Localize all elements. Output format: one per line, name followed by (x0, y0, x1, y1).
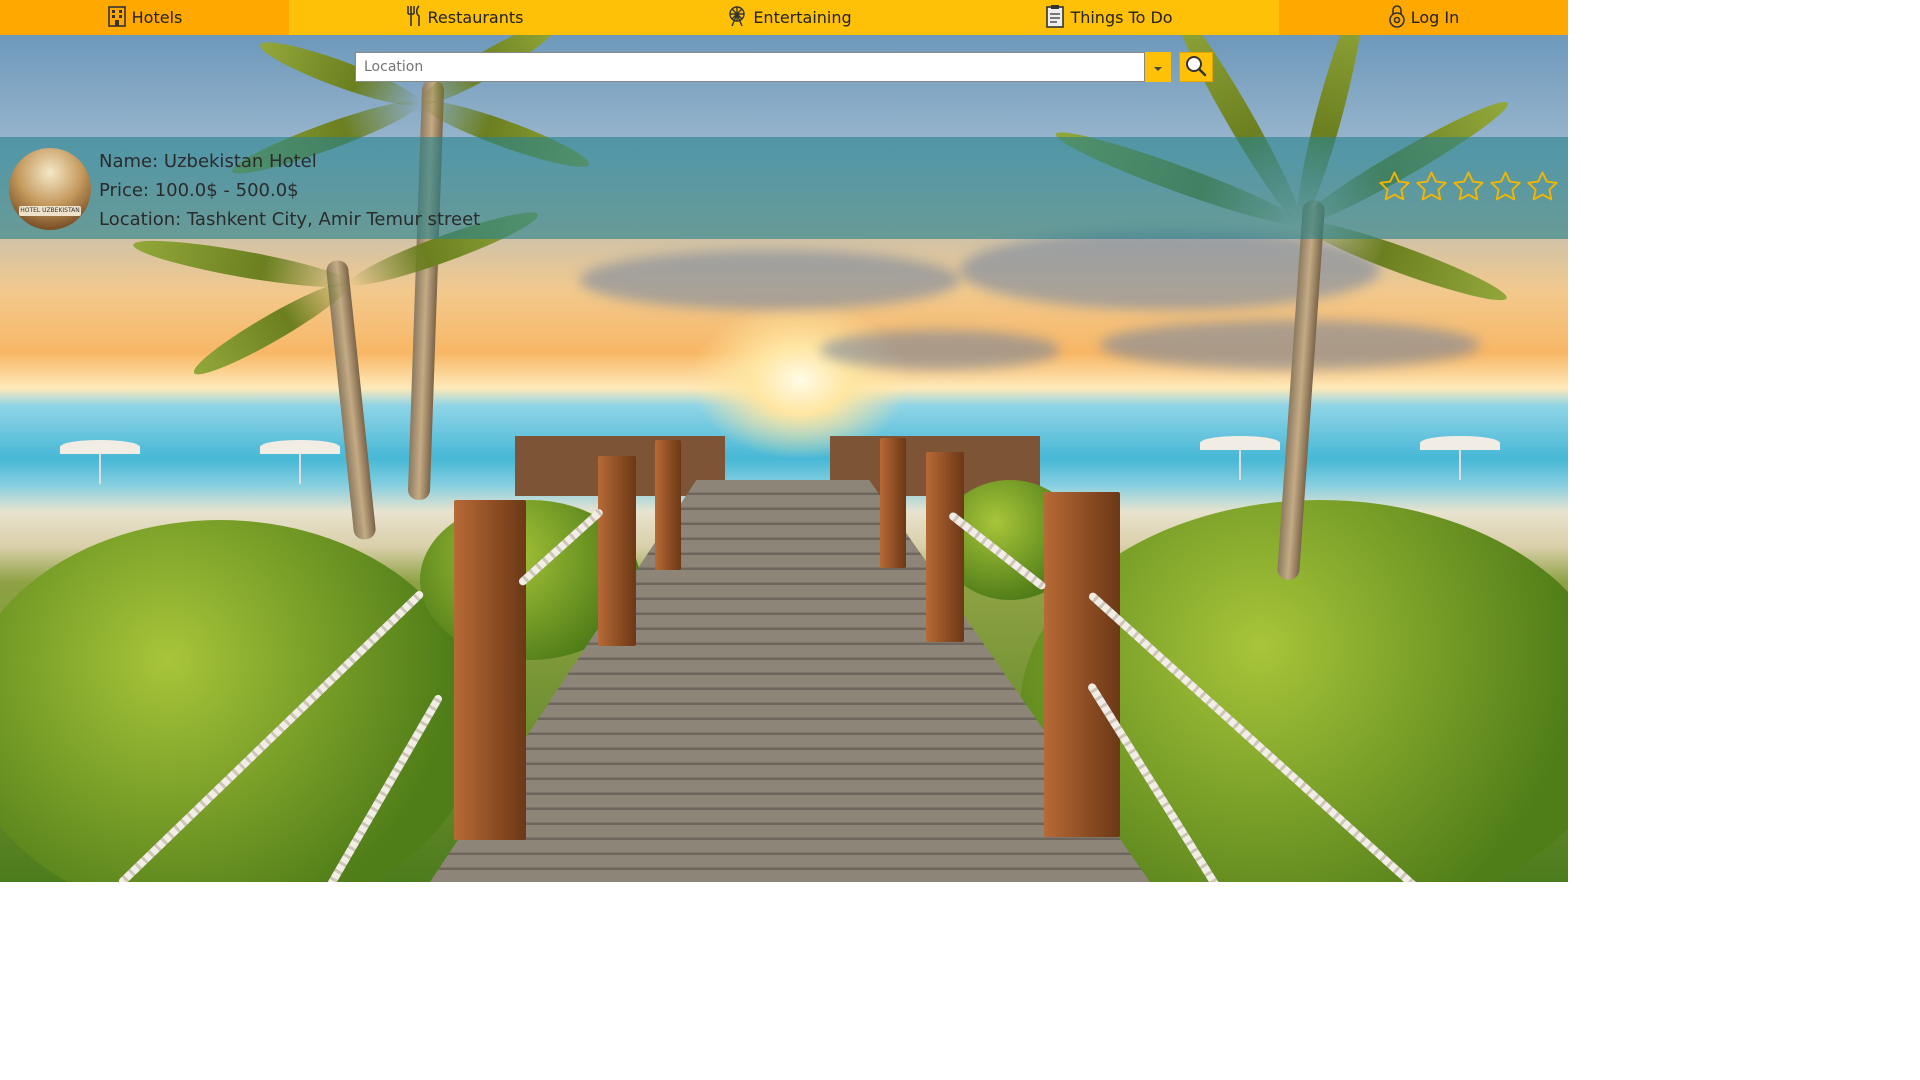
lock-icon (1388, 4, 1406, 32)
star-icon[interactable] (1526, 170, 1559, 203)
top-navigation-bar: Hotels Restaurants Entertaining Things T… (0, 0, 1568, 35)
boardwalk-post (655, 440, 681, 570)
boardwalk-post (1044, 492, 1120, 837)
nav-item-things-to-do[interactable]: Things To Do (939, 0, 1279, 35)
beach-umbrella (1200, 436, 1280, 480)
boardwalk-post (454, 500, 526, 840)
boardwalk-post (880, 438, 906, 568)
star-icon[interactable] (1489, 170, 1522, 203)
hotel-location: Location: Tashkent City, Amir Temur stre… (99, 209, 481, 230)
chevron-down-icon (1153, 60, 1163, 75)
location-search-input[interactable] (355, 52, 1145, 82)
search-bar (355, 52, 1213, 82)
palm-frond (131, 231, 353, 296)
nav-item-hotels[interactable]: Hotels (0, 0, 289, 35)
nav-label-hotels: Hotels (131, 8, 183, 27)
cloud (580, 250, 960, 310)
hotel-price: Price: 100.0$ - 500.0$ (99, 180, 299, 201)
nav-item-log-in[interactable]: Log In (1279, 0, 1568, 35)
nav-label-entertaining: Entertaining (753, 8, 852, 27)
clipboard-icon (1045, 4, 1065, 32)
beach-umbrella (260, 440, 340, 484)
hotel-thumbnail[interactable]: HOTEL UZBEKISTAN (9, 148, 91, 230)
boardwalk-post (926, 452, 964, 642)
star-icon[interactable] (1415, 170, 1448, 203)
search-button[interactable] (1179, 52, 1213, 82)
beach-boardwalk-background (0, 0, 1568, 882)
nav-label-log-in: Log In (1410, 8, 1460, 27)
hotel-name: Name: Uzbekistan Hotel (99, 151, 317, 172)
cloud (820, 330, 1060, 370)
building-icon (107, 5, 127, 31)
thumbnail-caption: HOTEL UZBEKISTAN (19, 206, 81, 216)
cutlery-icon (405, 4, 423, 31)
star-icon[interactable] (1378, 170, 1411, 203)
palm-frond (187, 271, 357, 385)
nav-label-restaurants: Restaurants (427, 8, 524, 27)
search-icon (1185, 55, 1207, 80)
nav-item-entertaining[interactable]: Entertaining (639, 0, 939, 35)
shrub (0, 520, 480, 882)
beach-umbrella (60, 440, 140, 484)
rating-stars (1378, 170, 1559, 203)
location-dropdown-button[interactable] (1145, 52, 1171, 82)
boardwalk-post (598, 456, 636, 646)
nav-label-things-to-do: Things To Do (1070, 8, 1173, 27)
hotel-info: Name: Uzbekistan Hotel Price: 100.0$ - 5… (99, 147, 480, 234)
nav-item-restaurants[interactable]: Restaurants (289, 0, 639, 35)
ferris-wheel-icon (726, 5, 748, 31)
cloud (1100, 320, 1480, 370)
beach-umbrella (1420, 436, 1500, 480)
star-icon[interactable] (1452, 170, 1485, 203)
